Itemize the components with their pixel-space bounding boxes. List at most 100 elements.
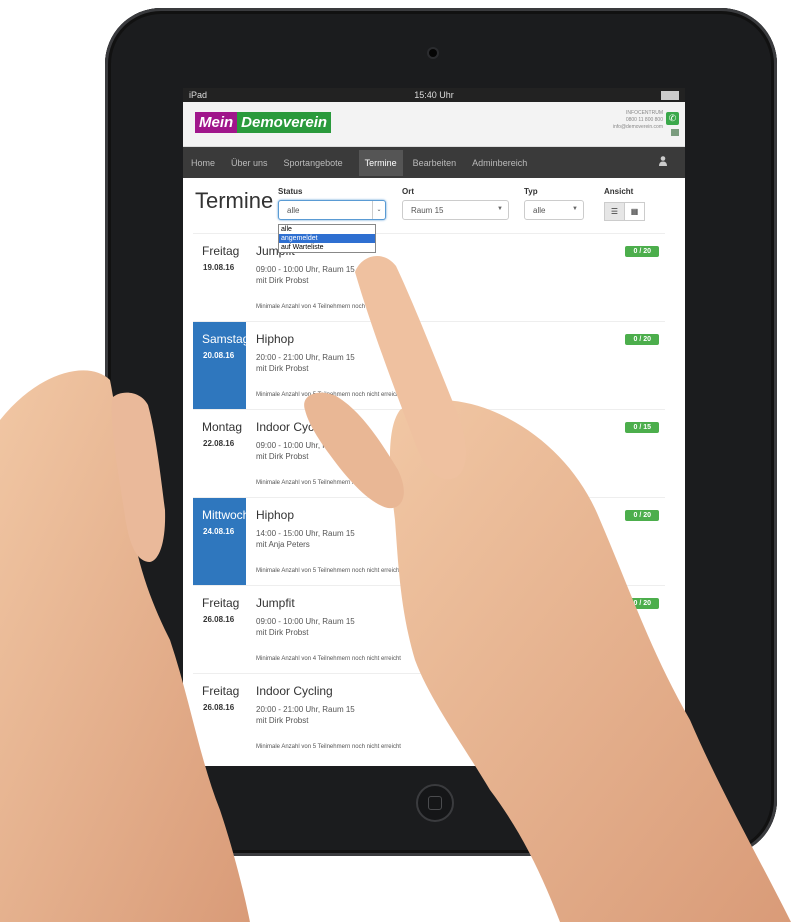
- screen: iPad 15:40 Uhr Mein Demoverein INFOCENTR…: [183, 88, 685, 766]
- nav-item-ueber-uns[interactable]: Über uns: [231, 158, 268, 168]
- contact-line-2: 0800 11 800 800: [625, 117, 663, 123]
- participants-badge: 0 / 20: [625, 598, 659, 609]
- status-select[interactable]: alle ⌄: [278, 200, 386, 220]
- participants-badge: 0 / 20: [625, 334, 659, 345]
- nav-item-bearbeiten[interactable]: Bearbeiten: [413, 158, 457, 168]
- event-time-text: 20:00 - 21:00 Uhr, Raum 15: [256, 705, 355, 714]
- logo-part-2: Demoverein: [237, 112, 332, 133]
- event-row[interactable]: Freitag 26.08.16 Indoor Cycling 20:00 - …: [193, 673, 665, 761]
- event-row[interactable]: Freitag 19.08.16 Jumpfit 09:00 - 10:00 U…: [193, 233, 665, 321]
- grid-view-button[interactable]: ▦: [624, 202, 645, 221]
- event-list: Freitag 19.08.16 Jumpfit 09:00 - 10:00 U…: [193, 233, 665, 761]
- event-date-box: Samstag 20.08.16: [193, 322, 250, 409]
- event-note: Minimale Anzahl von 5 Teilnehmern noch n…: [256, 480, 401, 486]
- event-title[interactable]: Jumpfit: [256, 596, 295, 610]
- page-title: Termine: [195, 188, 274, 213]
- main-nav: Home Über uns Sportangebote Termine Bear…: [183, 147, 685, 178]
- list-view-button[interactable]: ☰: [604, 202, 625, 221]
- ort-select[interactable]: Raum 15 ▼: [402, 200, 509, 220]
- logo-part-1: Mein: [195, 112, 238, 133]
- event-date: 22.08.16: [203, 439, 235, 448]
- event-day: Mittwoch: [202, 508, 250, 522]
- event-row[interactable]: Freitag 26.08.16 Jumpfit 09:00 - 10:00 U…: [193, 585, 665, 673]
- status-option-warteliste[interactable]: auf Warteliste: [279, 243, 375, 252]
- site-header: Mein Demoverein INFOCENTRUM 0800 11 800 …: [183, 102, 685, 147]
- event-note: Minimale Anzahl von 4 Teilnehmern noch n…: [256, 656, 401, 662]
- event-trainer: mit Dirk Probst: [256, 452, 309, 461]
- home-button[interactable]: [416, 784, 454, 822]
- event-time: 09:00 - 10:00 Uhr, Raum 15 mit Dirk Probs…: [256, 264, 355, 286]
- chevron-down-icon: ⌄: [372, 201, 385, 219]
- event-note: Minimale Anzahl von 5 Teilnehmern noch n…: [256, 744, 401, 750]
- event-note: Minimale Anzahl von 4 Teilnehmern noch n…: [256, 304, 401, 310]
- phone-icon[interactable]: ✆: [666, 112, 679, 125]
- participants-badge: 0 / 15: [625, 422, 659, 433]
- nav-item-adminbereich[interactable]: Adminbereich: [472, 158, 527, 168]
- event-note: Minimale Anzahl von 5 Teilnehmern noch n…: [256, 568, 401, 574]
- event-title[interactable]: Hiphop: [256, 332, 294, 346]
- event-note: Minimale Anzahl von 5 Teilnehmern noch n…: [256, 392, 401, 398]
- event-date-box: Montag 22.08.16: [193, 410, 246, 497]
- status-bar: iPad 15:40 Uhr: [183, 88, 685, 102]
- typ-select-value: alle: [533, 205, 546, 215]
- nav-item-sportangebote[interactable]: Sportangebote: [284, 158, 343, 168]
- nav-item-termine[interactable]: Termine: [358, 149, 403, 176]
- event-time: 14:00 - 15:00 Uhr, Raum 15 mit Anja Peter…: [256, 528, 355, 550]
- nav-item-home[interactable]: Home: [191, 158, 215, 168]
- event-time: 09:00 - 10:00 Uhr, Raum 15 mit Dirk Probs…: [256, 616, 355, 638]
- event-title[interactable]: Indoor Cycling: [256, 684, 333, 698]
- event-time-text: 09:00 - 10:00 Uhr, Raum 15: [256, 441, 355, 450]
- event-time-text: 14:00 - 15:00 Uhr, Raum 15: [256, 529, 355, 538]
- event-row[interactable]: Mittwoch 24.08.16 Hiphop 14:00 - 15:00 U…: [193, 497, 665, 585]
- event-day: Freitag: [202, 684, 240, 698]
- event-day: Freitag: [202, 244, 240, 258]
- event-time-text: 09:00 - 10:00 Uhr, Raum 15: [256, 617, 355, 626]
- status-option-alle[interactable]: alle: [279, 225, 375, 234]
- event-date: 26.08.16: [203, 615, 235, 624]
- clock: 15:40 Uhr: [414, 90, 454, 100]
- event-row[interactable]: Samstag 20.08.16 Hiphop 20:00 - 21:00 Uh…: [193, 321, 665, 409]
- event-trainer: mit Dirk Probst: [256, 364, 309, 373]
- contact-line-1: INFOCENTRUM: [626, 110, 663, 116]
- user-icon[interactable]: [659, 156, 667, 166]
- status-dropdown[interactable]: alle angemeldet auf Warteliste: [278, 224, 376, 253]
- event-time-text: 09:00 - 10:00 Uhr, Raum 15: [256, 265, 355, 274]
- event-trainer: mit Dirk Probst: [256, 276, 309, 285]
- status-label: Status: [278, 187, 303, 196]
- ort-label: Ort: [402, 187, 414, 196]
- event-time: 20:00 - 21:00 Uhr, Raum 15 mit Dirk Probs…: [256, 352, 355, 374]
- participants-badge: 0 / 20: [625, 246, 659, 257]
- contact-line-3: info@demoverein.com: [612, 124, 663, 130]
- grid-icon: ▦: [630, 207, 639, 216]
- typ-label: Typ: [524, 187, 538, 196]
- event-date-box: Freitag 26.08.16: [193, 586, 246, 673]
- logo[interactable]: Mein Demoverein: [195, 112, 332, 133]
- status-option-angemeldet[interactable]: angemeldet: [279, 234, 375, 243]
- chevron-down-icon: ▼: [497, 206, 503, 212]
- event-date: 19.08.16: [203, 263, 235, 272]
- event-time: 09:00 - 10:00 Uhr, Raum 15 mit Dirk Probs…: [256, 440, 355, 462]
- event-date-box: Freitag 19.08.16: [193, 234, 246, 321]
- mail-icon[interactable]: [671, 129, 679, 136]
- event-trainer: mit Dirk Probst: [256, 628, 309, 637]
- participants-badge: 0 / 15: [625, 686, 659, 697]
- home-square-icon: [428, 796, 442, 810]
- event-trainer: mit Dirk Probst: [256, 716, 309, 725]
- ort-select-value: Raum 15: [411, 205, 444, 215]
- event-title[interactable]: Hiphop: [256, 508, 294, 522]
- event-row[interactable]: Montag 22.08.16 Indoor Cycling 09:00 - 1…: [193, 409, 665, 497]
- typ-select[interactable]: alle ▼: [524, 200, 584, 220]
- event-day: Montag: [202, 420, 243, 434]
- camera-icon: [429, 49, 437, 57]
- status-select-value: alle: [287, 205, 300, 215]
- event-time: 20:00 - 21:00 Uhr, Raum 15 mit Dirk Probs…: [256, 704, 355, 726]
- event-day: Freitag: [202, 596, 240, 610]
- event-trainer: mit Anja Peters: [256, 540, 310, 549]
- event-day: Samstag: [202, 332, 250, 346]
- battery-icon: [660, 90, 679, 100]
- event-date: 20.08.16: [203, 351, 235, 360]
- chevron-down-icon: ▼: [572, 206, 578, 212]
- device-label: iPad: [189, 90, 208, 100]
- event-title[interactable]: Indoor Cycling: [256, 420, 333, 434]
- event-date-box: Mittwoch 24.08.16: [193, 498, 250, 585]
